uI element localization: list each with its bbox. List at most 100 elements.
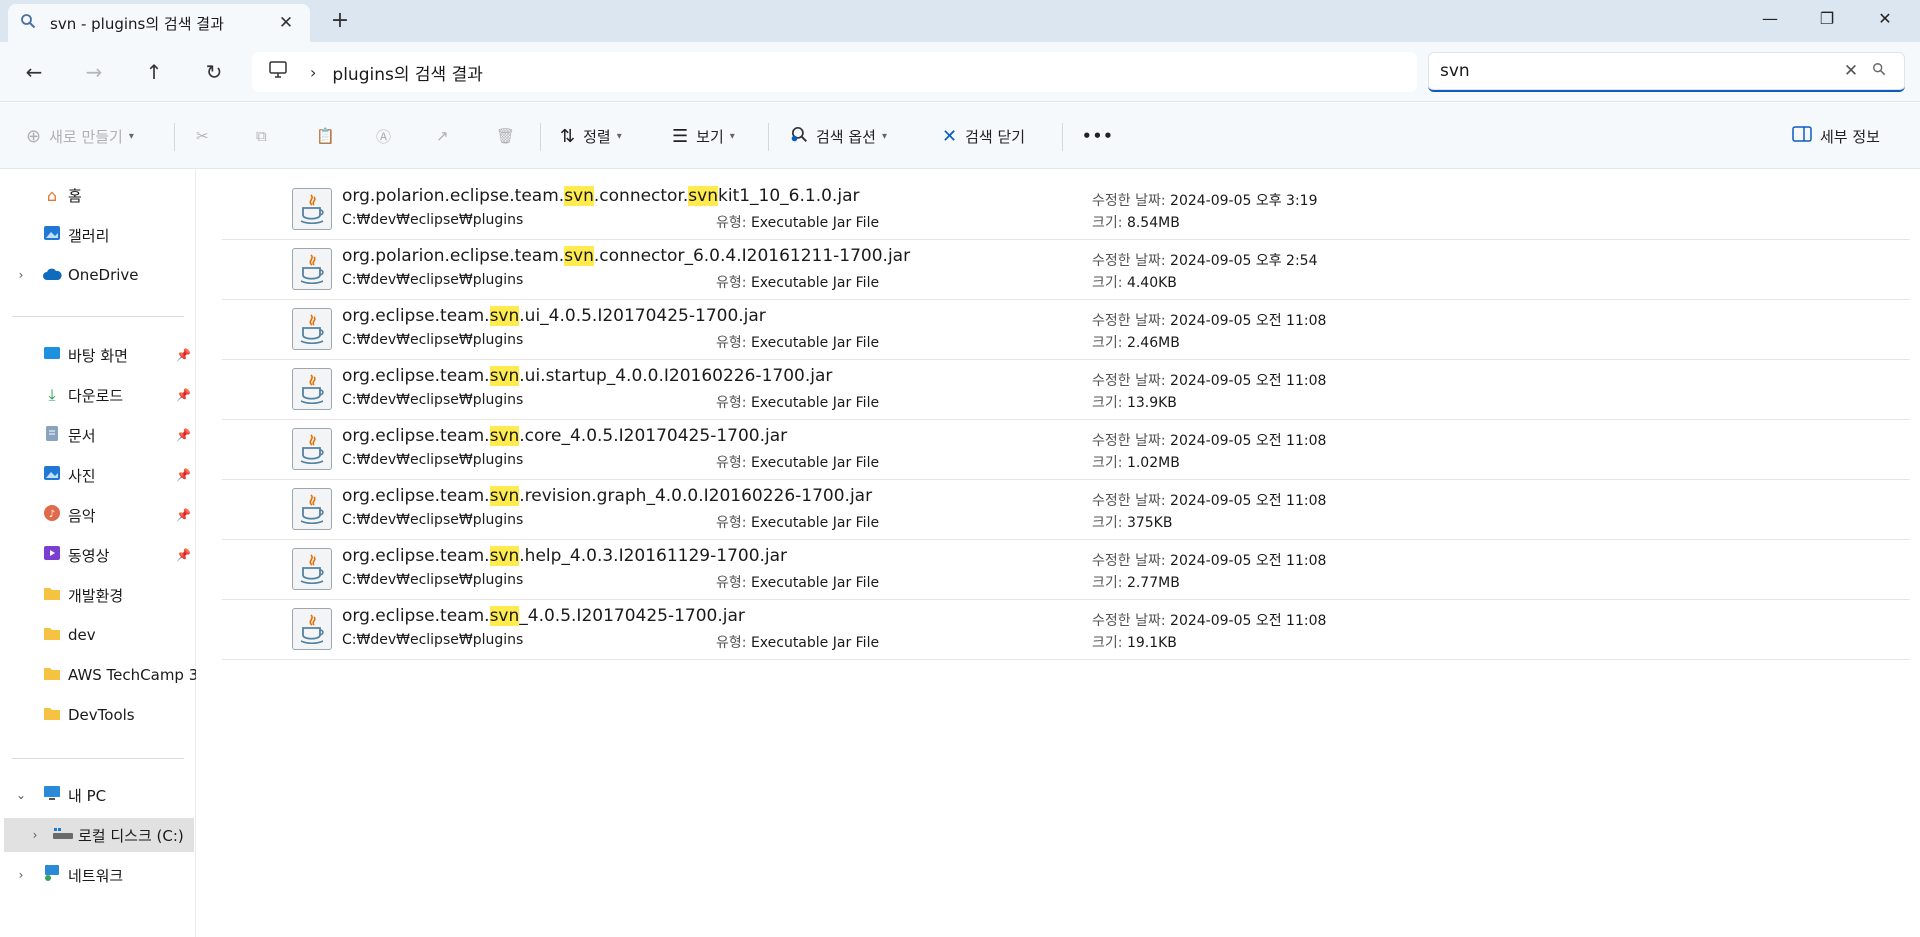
sidebar-item-home[interactable]: ⌂ 홈 [0,178,196,212]
close-tab-button[interactable]: ✕ [274,13,298,33]
chevron-right-icon[interactable]: › [14,868,28,882]
up-button[interactable]: ↑ [138,56,170,88]
sidebar-item-localdisk[interactable]: › 로컬 디스크 (C:) [4,818,194,852]
sidebar-item-label: 갤러리 [68,226,110,245]
file-name[interactable]: org.eclipse.team.svn.ui_4.0.5.I20170425-… [342,306,766,326]
list-item[interactable]: org.eclipse.team.svn.revision.graph_4.0.… [222,480,1910,540]
sidebar-item-onedrive[interactable]: › OneDrive [0,258,196,292]
file-name[interactable]: org.eclipse.team.svn.help_4.0.3.I2016112… [342,546,787,566]
sidebar-item-desktop[interactable]: 바탕 화면 📌 [0,338,196,372]
details-label: 세부 정보 [1820,127,1880,146]
list-item[interactable]: org.polarion.eclipse.team.svn.connector_… [222,240,1910,300]
search-options-icon [790,125,808,148]
size-label: 크기: [1092,395,1123,411]
search-icon [20,13,36,33]
search-options-button[interactable]: 검색 옵션 ▾ [790,121,887,151]
refresh-button[interactable]: ↻ [198,56,230,88]
chevron-right-icon[interactable]: › [28,828,42,842]
close-search-button[interactable]: ✕ 검색 닫기 [942,121,1025,151]
file-name-part: org.eclipse.team. [342,426,490,446]
file-name[interactable]: org.eclipse.team.svn_4.0.5.I20170425-170… [342,606,745,626]
sidebar-item-documents[interactable]: 문서 📌 [0,418,196,452]
new-button[interactable]: ⊕ 새로 만들기 ▾ [26,121,134,151]
navigation-bar: ← → ↑ ↻ › plugins의 검색 결과 svn ✕ [0,42,1920,102]
chevron-right-icon[interactable]: › [310,63,316,82]
type-value: Executable Jar File [750,215,880,231]
close-icon: ✕ [942,125,958,147]
file-name[interactable]: org.polarion.eclipse.team.svn.connector_… [342,246,910,266]
file-path: C:₩dev₩eclipse₩plugins [342,632,524,648]
cut-icon[interactable]: ✂ [196,121,209,151]
list-item[interactable]: org.eclipse.team.svn.ui.startup_4.0.0.I2… [222,360,1910,420]
list-item[interactable]: org.polarion.eclipse.team.svn.connector.… [222,180,1910,240]
minimize-button[interactable]: — [1747,4,1793,34]
sidebar-item-gallery[interactable]: 갤러리 [0,218,196,252]
type-value: Executable Jar File [750,575,880,591]
search-options-label: 검색 옵션 [816,127,876,146]
file-name[interactable]: org.polarion.eclipse.team.svn.connector.… [342,186,859,206]
details-pane-button[interactable]: 세부 정보 [1792,121,1880,151]
search-box[interactable]: svn ✕ [1428,52,1905,92]
file-name[interactable]: org.eclipse.team.svn.revision.graph_4.0.… [342,486,872,506]
sidebar-item-music[interactable]: ♪ 음악 📌 [0,498,196,532]
sidebar-item-dev[interactable]: dev [0,618,196,652]
tab-search-results[interactable]: svn - plugins의 검색 결과 ✕ [8,4,310,42]
sidebar-item-devenv[interactable]: 개발환경 [0,578,196,612]
pin-icon: 📌 [176,468,191,482]
file-name-part: org.eclipse.team. [342,306,490,326]
list-item[interactable]: org.eclipse.team.svn.core_4.0.5.I2017042… [222,420,1910,480]
size-value: 19.1KB [1126,635,1177,651]
sort-label: 정렬 [583,127,611,146]
divider [1062,123,1063,151]
file-size: 크기: 13.9KB [1092,392,1177,412]
list-item[interactable]: org.eclipse.team.svn.help_4.0.3.I2016112… [222,540,1910,600]
tab-title: svn - plugins의 검색 결과 [50,14,224,33]
type-value: Executable Jar File [750,275,880,291]
chevron-down-icon[interactable]: ⌄ [14,788,28,802]
rename-icon[interactable]: Ⓐ [376,121,391,151]
delete-icon[interactable]: 🗑 [496,121,515,151]
search-input[interactable]: svn [1440,61,1837,81]
file-path: C:₩dev₩eclipse₩plugins [342,272,524,288]
sidebar-item-devtools[interactable]: DevTools [0,698,196,732]
chevron-right-icon[interactable]: › [14,268,28,282]
new-tab-button[interactable]: + [328,8,352,33]
view-button[interactable]: ☰ 보기 ▾ [672,121,735,151]
new-label: 새로 만들기 [49,127,123,146]
file-name[interactable]: org.eclipse.team.svn.ui.startup_4.0.0.I2… [342,366,832,386]
breadcrumb[interactable]: plugins의 검색 결과 [332,60,482,85]
type-value: Executable Jar File [750,455,880,471]
pin-icon: 📌 [176,388,191,402]
close-window-button[interactable]: ✕ [1862,4,1908,34]
forward-button[interactable]: → [78,56,110,88]
sidebar-item-videos[interactable]: 동영상 📌 [0,538,196,572]
size-value: 8.54MB [1126,215,1180,231]
sidebar-item-pictures[interactable]: 사진 📌 [0,458,196,492]
sidebar-item-downloads[interactable]: ⤓ 다운로드 📌 [0,378,196,412]
list-item[interactable]: org.eclipse.team.svn_4.0.5.I20170425-170… [222,600,1910,660]
back-button[interactable]: ← [18,56,50,88]
more-options-button[interactable]: ••• [1082,121,1114,151]
sidebar-item-mypc[interactable]: ⌄ 내 PC [0,778,196,812]
file-name[interactable]: org.eclipse.team.svn.core_4.0.5.I2017042… [342,426,787,446]
plus-circle-icon: ⊕ [26,125,42,147]
sidebar-item-label: 개발환경 [68,586,124,605]
modified-label: 수정한 날짜: [1092,253,1166,269]
file-name-part: _4.0.5.I20170425-1700.jar [519,606,745,626]
home-icon: ⌂ [46,185,58,205]
clear-search-button[interactable]: ✕ [1837,61,1865,81]
size-value: 1.02MB [1126,455,1180,471]
copy-icon[interactable]: ⧉ [256,121,267,151]
address-bar[interactable]: › plugins의 검색 결과 [252,52,1417,92]
share-icon[interactable]: ↗ [436,121,449,151]
file-size: 크기: 375KB [1092,512,1172,532]
sort-button[interactable]: ⇅ 정렬 ▾ [560,121,622,151]
restore-button[interactable]: ❐ [1804,4,1850,34]
sidebar-item-aws[interactable]: AWS TechCamp 3r [0,658,196,692]
search-icon[interactable] [1865,62,1893,80]
pin-icon: 📌 [176,508,191,522]
list-item[interactable]: org.eclipse.team.svn.ui_4.0.5.I20170425-… [222,300,1910,360]
paste-icon[interactable]: 📋 [316,121,335,151]
sidebar-item-network[interactable]: › 네트워크 [0,858,196,892]
java-jar-icon [292,428,332,470]
